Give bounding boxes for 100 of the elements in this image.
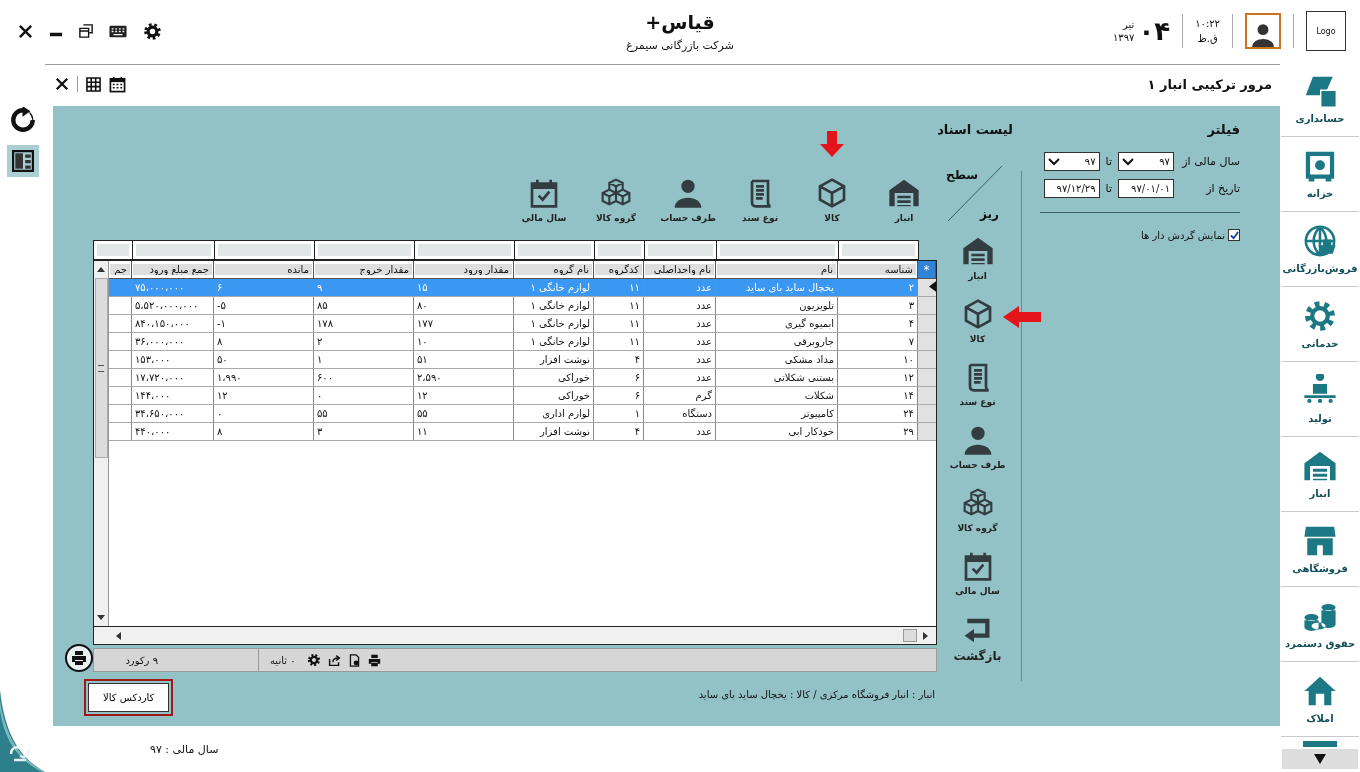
table-cell: ۸۵ — [313, 296, 414, 315]
column-header[interactable]: شناسه — [837, 261, 918, 279]
module-button[interactable]: تولید — [1281, 362, 1359, 437]
table-row[interactable]: ۷ جاروبرقی عدد ۱۱ لوازم خانگی ۱ ۱۰ ۲ ۸ ۳۶،۰۰۰،۰۰۰ — [109, 332, 936, 351]
table-cell: ۱- — [213, 314, 314, 333]
level-button[interactable]: سال مالی — [521, 177, 567, 223]
export-icon[interactable] — [327, 653, 341, 667]
level-button[interactable]: انبار — [888, 177, 920, 223]
horizontal-scrollbar[interactable] — [93, 626, 937, 646]
gear-icon — [1303, 299, 1337, 333]
close-icon[interactable] — [55, 77, 69, 91]
level-button[interactable]: نوع سند — [959, 361, 996, 407]
table-row[interactable]: ۱۴ شکلات گرم ۶ خوراکی ۱۲ ۰ ۱۲ ۱۴۴،۰۰۰ — [109, 386, 936, 405]
module-button[interactable]: خدماتی — [1281, 287, 1359, 362]
calendar-icon[interactable] — [109, 75, 126, 93]
level-button[interactable]: طرف حساب — [949, 424, 1006, 470]
keyboard-icon[interactable] — [109, 24, 127, 38]
table-icon[interactable] — [86, 76, 101, 92]
table-cell: ۱۱ — [593, 314, 644, 333]
level-button[interactable]: سال مالی — [955, 550, 1000, 596]
filter-field[interactable] — [315, 240, 415, 260]
column-header[interactable]: مانده — [213, 261, 314, 279]
module-button[interactable]: فروش‌بازرگانی — [1281, 212, 1359, 287]
year-select[interactable]: ۹۷ — [1043, 152, 1100, 171]
filter-field[interactable] — [215, 240, 315, 260]
record-count: ۹ رکورد — [125, 654, 158, 666]
print-icon[interactable] — [367, 653, 381, 667]
table-row[interactable]: ۱۰ مداد مشکی عدد ۴ نوشت افزار ۵۱ ۱ ۵۰ ۱۵۳،۰۰۰ — [109, 350, 936, 369]
checkbox[interactable] — [1228, 229, 1240, 241]
filter-field[interactable] — [595, 240, 645, 260]
level-button[interactable]: طرف حساب — [660, 177, 716, 223]
column-header[interactable]: نام گروه — [513, 261, 594, 279]
filter-field[interactable] — [645, 240, 717, 260]
table-cell: نوشت افزار — [513, 422, 594, 441]
column-header[interactable]: کدگروه — [593, 261, 644, 279]
level-button[interactable]: نوع سند — [742, 177, 778, 223]
column-header[interactable]: مقدار خروج — [313, 261, 414, 279]
filter-field[interactable] — [839, 240, 919, 260]
filter-field[interactable] — [515, 240, 595, 260]
column-header[interactable]: مقدار ورود — [413, 261, 514, 279]
scroll-down-button[interactable] — [1282, 749, 1358, 769]
vertical-scrollbar[interactable] — [94, 261, 109, 627]
safe-icon — [1303, 149, 1337, 183]
level-button[interactable]: بازگشت — [953, 613, 1002, 663]
level-button[interactable]: گروه کالا — [957, 487, 998, 533]
table-row[interactable]: ۴ ابمیوه گیری عدد ۱۱ لوازم خانگی ۱ ۱۷۷ ۱۷۸ ۱- ۸۴۰،۱۵۰،۰۰۰ — [109, 314, 936, 333]
document-icon[interactable] — [347, 653, 361, 667]
warehouse-icon — [961, 235, 994, 267]
level-button[interactable]: گروه کالا — [595, 177, 637, 223]
user-avatar[interactable] — [1245, 13, 1281, 49]
module-button[interactable]: انبار — [1281, 437, 1359, 512]
level-button[interactable]: کالا — [961, 298, 994, 344]
table-cell: ۴ — [837, 314, 918, 333]
table-row[interactable]: ۱۲ بستنی شکلاتی عدد ۶ خوراکی ۲،۵۹۰ ۶۰۰ ۱،۹۹۰ ۱۷،۷۲۰،۰۰۰ — [109, 368, 936, 387]
table-cell: ۱۱ — [593, 296, 644, 315]
date-field[interactable]: ۹۷/۰۱/۰۱ — [1118, 179, 1174, 198]
table-row[interactable]: ۲۴ کامپیوتر دستگاه ۱ لوازم اداری ۵۵ ۵۵ ۰ ۳۴،۶۵۰،۰۰۰ — [109, 404, 936, 423]
level-button[interactable]: انبار — [961, 235, 994, 281]
settings-icon[interactable] — [143, 21, 162, 41]
date-field[interactable]: ۹۷/۱۲/۲۹ — [1043, 179, 1100, 198]
table-cell: ۴ — [593, 350, 644, 369]
chevron-down-icon — [1122, 157, 1134, 166]
module-button[interactable]: املاک — [1281, 662, 1359, 737]
table-cell: ۱۲ — [413, 386, 514, 405]
table-cell: ۱۴ — [837, 386, 918, 405]
module-button[interactable]: حقوق دستمزد — [1281, 587, 1359, 662]
day: ۰۴ — [1138, 16, 1171, 46]
restore-icon[interactable] — [79, 24, 93, 38]
filter-field[interactable] — [415, 240, 515, 260]
meridiem: ق.ظ — [1197, 33, 1218, 44]
filter-field[interactable] — [717, 240, 839, 260]
table-cell: ۱ — [593, 404, 644, 423]
settings-icon[interactable] — [306, 653, 321, 667]
warehouse-icon — [888, 177, 920, 209]
module-button[interactable]: فروشگاهی — [1281, 512, 1359, 587]
column-header[interactable]: جمع مبلغ ورود — [131, 261, 214, 279]
table-row[interactable]: ۳ تلویزیون عدد ۱۱ لوازم خانگی ۱ ۸۰ ۸۵ ۵- ۵،۵۲۰،۰۰۰،۰۰۰ — [109, 296, 936, 315]
column-header[interactable]: جم — [109, 261, 132, 279]
table-cell: ۰ — [313, 386, 414, 405]
filter-field[interactable] — [93, 240, 133, 260]
table-cell: ۲ — [313, 332, 414, 351]
table-cell: ۱۱ — [593, 332, 644, 351]
year-select[interactable]: ۹۷ — [1118, 152, 1174, 171]
print-button[interactable] — [65, 644, 93, 672]
column-header[interactable]: نام — [715, 261, 838, 279]
module-button[interactable]: خزانه — [1281, 137, 1359, 212]
company-logo: Logo — [1306, 11, 1346, 51]
table-cell: ۱۷۷ — [413, 314, 514, 333]
module-button[interactable]: حسابداری — [1281, 62, 1359, 137]
table-row[interactable]: ۲۹ خودکار ابی عدد ۴ نوشت افزار ۱۱ ۳ ۸ ۴۴۰،۰۰۰ — [109, 422, 936, 441]
table-cell: ۱۲ — [213, 386, 314, 405]
refresh-icon[interactable] — [9, 107, 36, 133]
close-icon[interactable] — [18, 23, 33, 39]
column-header[interactable]: نام واحداصلی — [643, 261, 716, 279]
table-cell: عدد — [643, 422, 716, 441]
year: ۱۳۹۷ — [1112, 32, 1135, 43]
table-cell: ۱،۹۹۰ — [213, 368, 314, 387]
level-button[interactable]: کالا — [816, 177, 848, 223]
grid-view-button[interactable] — [6, 145, 39, 177]
filter-field[interactable] — [133, 240, 215, 260]
